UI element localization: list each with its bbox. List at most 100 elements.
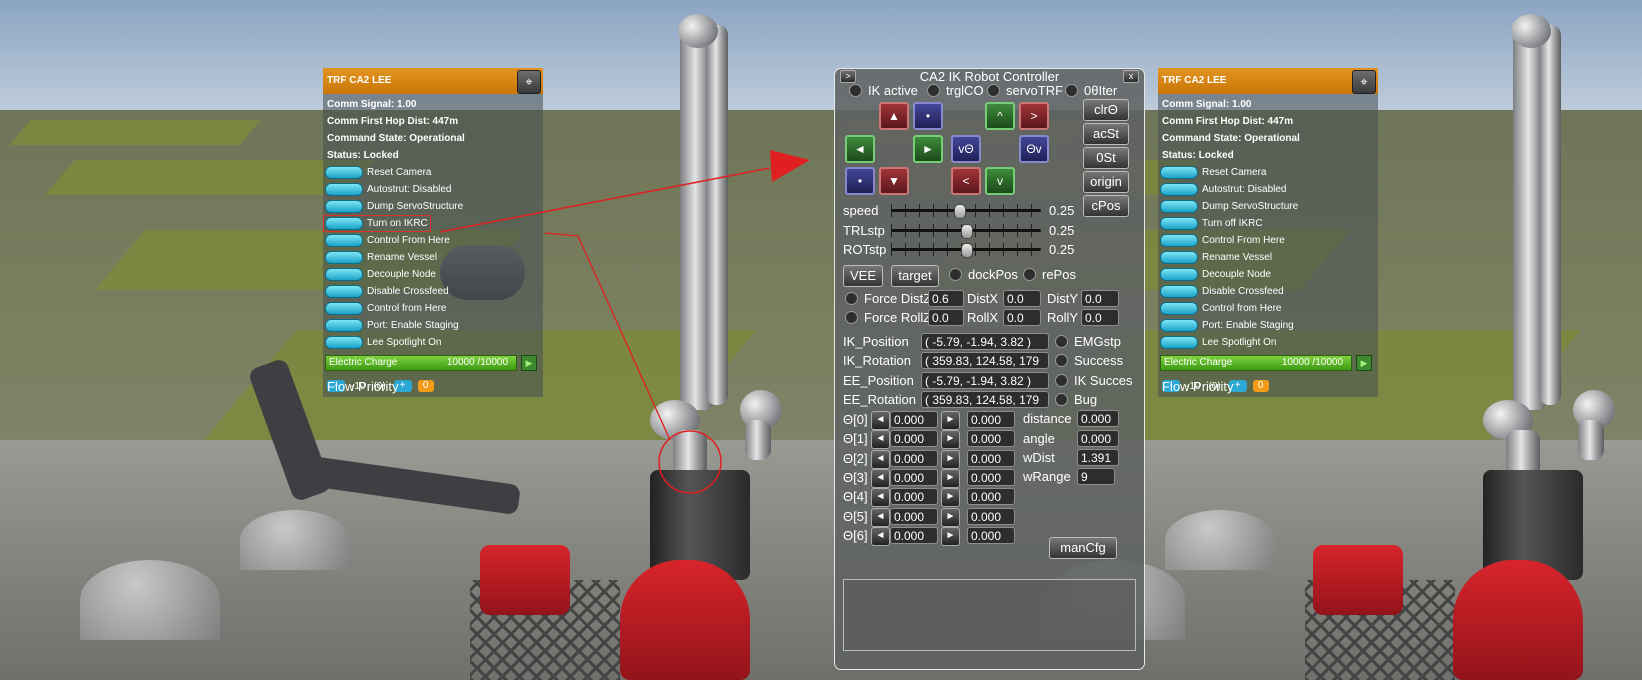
gt-button[interactable]: > — [1019, 102, 1049, 130]
distance-field[interactable]: 0.000 — [1077, 410, 1119, 427]
theta-value-field[interactable]: 0.000 — [890, 488, 938, 506]
force-rollz-toggle[interactable]: Force RollZ — [845, 310, 931, 325]
theta-decrement-button[interactable]: ◄ — [871, 526, 890, 546]
disable-crossfeed-button[interactable]: Disable Crossfeed — [1158, 283, 1378, 300]
dump-servo-button[interactable]: Dump ServoStructure — [1158, 198, 1378, 215]
emgstp-toggle[interactable]: EMGstp — [1055, 334, 1121, 349]
control-from-here-button[interactable]: Control From Here — [1158, 232, 1378, 249]
pin-icon[interactable]: ⌖ — [1352, 70, 1376, 94]
mancfg-button[interactable]: manCfg — [1049, 537, 1117, 559]
theta-value-field[interactable]: 0.000 — [890, 526, 938, 544]
theta-increment-button[interactable]: ► — [941, 449, 960, 469]
turn-on-ikrc-button[interactable]: Turn on IKRC — [323, 215, 431, 232]
disable-crossfeed-button[interactable]: Disable Crossfeed — [323, 283, 543, 300]
repos-toggle[interactable]: rePos — [1023, 267, 1076, 282]
theta-increment-button[interactable]: ► — [941, 488, 960, 508]
rolly-field[interactable]: 0.0 — [1081, 309, 1119, 326]
decouple-node-button[interactable]: Decouple Node — [1158, 266, 1378, 283]
theta-increment-button[interactable]: ► — [941, 468, 960, 488]
ee-position-field[interactable]: ( -5.79, -1.94, 3.82 ) — [921, 372, 1049, 389]
ik-position-field[interactable]: ( -5.79, -1.94, 3.82 ) — [921, 333, 1049, 350]
rollz-field[interactable]: 0.0 — [928, 309, 964, 326]
acst-button[interactable]: acSt — [1083, 123, 1129, 145]
lee-spotlight-button[interactable]: Lee Spotlight On — [323, 334, 543, 351]
vee-button[interactable]: VEE — [843, 265, 883, 287]
ee-rotation-field[interactable]: ( 359.83, 124.58, 179 — [921, 391, 1049, 408]
dot-button-1[interactable]: • — [913, 102, 943, 130]
theta-decrement-button[interactable]: ◄ — [871, 488, 890, 508]
thetav-button[interactable]: Θv — [1019, 135, 1049, 163]
control-from-here-button[interactable]: Control From Here — [323, 232, 543, 249]
turn-off-ikrc-button[interactable]: Turn off IKRC — [1158, 215, 1378, 232]
rename-vessel-button[interactable]: Rename Vessel — [1158, 249, 1378, 266]
decouple-node-button[interactable]: Decouple Node — [323, 266, 543, 283]
cpos-button[interactable]: cPos — [1083, 195, 1129, 217]
theta-decrement-button[interactable]: ◄ — [871, 507, 890, 527]
lt-button[interactable]: < — [951, 167, 981, 195]
rename-vessel-button[interactable]: Rename Vessel — [323, 249, 543, 266]
theta-target-field[interactable]: 0.000 — [967, 526, 1015, 544]
ik-active-toggle[interactable]: IK active — [849, 83, 918, 98]
force-distz-toggle[interactable]: Force DistZ — [845, 291, 931, 306]
distz-field[interactable]: 0.6 — [928, 290, 964, 307]
theta-value-field[interactable]: 0.000 — [890, 449, 938, 467]
control-from-here-button-2[interactable]: Control from Here — [1158, 300, 1378, 317]
origin-button[interactable]: origin — [1083, 171, 1129, 193]
theta-target-field[interactable]: 0.000 — [967, 430, 1015, 448]
theta-target-field[interactable]: 0.000 — [967, 449, 1015, 467]
theta-value-field[interactable]: 0.000 — [890, 507, 938, 525]
dump-servo-button[interactable]: Dump ServoStructure — [323, 198, 543, 215]
theta-increment-button[interactable]: ► — [941, 411, 960, 430]
theta-target-field[interactable]: 0.000 — [967, 507, 1015, 525]
autostrut-button[interactable]: Autostrut: Disabled — [1158, 181, 1378, 198]
vtheta-button[interactable]: vΘ — [951, 135, 981, 163]
angle-field[interactable]: 0.000 — [1077, 430, 1119, 447]
ik-rotation-field[interactable]: ( 359.83, 124.58, 179 — [921, 352, 1049, 369]
control-from-here-button-2[interactable]: Control from Here — [323, 300, 543, 317]
lee-spotlight-button[interactable]: Lee Spotlight On — [1158, 334, 1378, 351]
theta-target-field[interactable]: 0.000 — [967, 468, 1015, 486]
target-button[interactable]: target — [891, 265, 939, 287]
theta-value-field[interactable]: 0.000 — [890, 468, 938, 486]
dot-button-2[interactable]: • — [845, 167, 875, 195]
theta-decrement-button[interactable]: ◄ — [871, 449, 890, 469]
theta-increment-button[interactable]: ► — [941, 526, 960, 546]
rollx-field[interactable]: 0.0 — [1003, 309, 1041, 326]
close-button[interactable]: x — [1123, 70, 1139, 83]
0st-button[interactable]: 0St — [1083, 147, 1129, 169]
paw-header[interactable]: TRF CA2 LEE ⌖ — [323, 68, 543, 94]
autostrut-button[interactable]: Autostrut: Disabled — [323, 181, 543, 198]
wrange-field[interactable]: 9 — [1077, 468, 1115, 485]
clr-theta-button[interactable]: clrΘ — [1083, 99, 1129, 121]
move-down-button[interactable]: ▼ — [879, 167, 909, 195]
slider-knob[interactable] — [954, 204, 966, 219]
theta-increment-button[interactable]: ► — [941, 430, 960, 450]
move-left-button[interactable]: ◄ — [845, 135, 875, 163]
play-icon[interactable]: ▶ — [1356, 355, 1372, 371]
theta-target-field[interactable]: 0.000 — [967, 411, 1015, 428]
reset-camera-button[interactable]: Reset Camera — [323, 164, 543, 181]
trlstp-slider[interactable] — [891, 224, 1041, 239]
port-enable-staging-button[interactable]: Port: Enable Staging — [323, 317, 543, 334]
dockpos-toggle[interactable]: dockPos — [949, 267, 1018, 282]
paw-header[interactable]: TRF CA2 LEE ⌖ — [1158, 68, 1378, 94]
0thetaiter-toggle[interactable]: 0θIter — [1065, 83, 1117, 98]
servotrf-toggle[interactable]: servoTRF — [987, 83, 1063, 98]
slider-knob[interactable] — [961, 243, 973, 258]
theta-value-field[interactable]: 0.000 — [890, 411, 938, 428]
v-down-button[interactable]: v — [985, 167, 1015, 195]
play-icon[interactable]: ▶ — [521, 355, 537, 371]
theta-decrement-button[interactable]: ◄ — [871, 411, 890, 430]
speed-slider[interactable] — [891, 204, 1041, 219]
trglco-toggle[interactable]: trglCO — [927, 83, 984, 98]
theta-decrement-button[interactable]: ◄ — [871, 430, 890, 450]
wdist-field[interactable]: 1.391 — [1077, 449, 1119, 466]
move-up-button[interactable]: ▲ — [879, 102, 909, 130]
reset-camera-button[interactable]: Reset Camera — [1158, 164, 1378, 181]
caret-up-button[interactable]: ^ — [985, 102, 1015, 130]
pin-icon[interactable]: ⌖ — [517, 70, 541, 94]
theta-value-field[interactable]: 0.000 — [890, 430, 938, 448]
distx-field[interactable]: 0.0 — [1003, 290, 1041, 307]
rotstp-slider[interactable] — [891, 243, 1041, 258]
port-enable-staging-button[interactable]: Port: Enable Staging — [1158, 317, 1378, 334]
